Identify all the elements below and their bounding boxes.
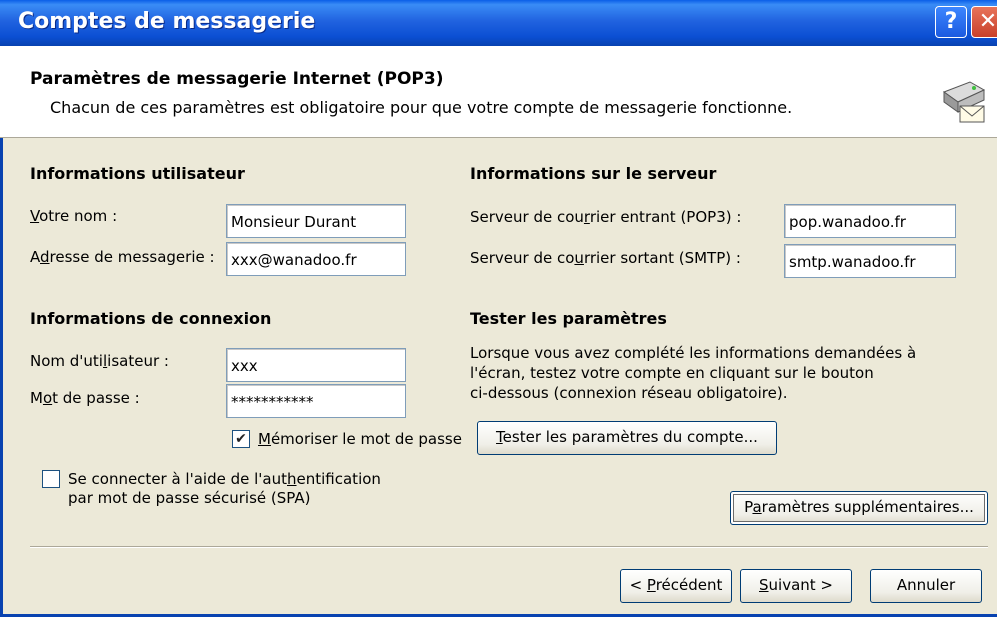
user-info-heading: Informations utilisateur	[30, 164, 245, 183]
test-settings-heading: Tester les paramètres	[470, 309, 667, 328]
test-description-line: Lorsque vous avez complété les informati…	[470, 344, 917, 362]
back-button[interactable]: < Précédent	[620, 569, 732, 603]
name-label: Votre nom :	[30, 207, 118, 225]
spa-checkbox[interactable]	[42, 470, 60, 488]
login-info-heading: Informations de connexion	[30, 309, 272, 328]
incoming-server-field[interactable]: pop.wanadoo.fr	[784, 204, 956, 238]
password-label: Mot de passe :	[30, 389, 140, 407]
remember-password-checkbox[interactable]: ✔	[232, 430, 250, 448]
email-accounts-dialog: Comptes de messagerie ? ✕ Paramètres de …	[0, 0, 997, 617]
wizard-header: Paramètres de messagerie Internet (POP3)…	[0, 46, 997, 138]
outgoing-server-label: Serveur de courrier sortant (SMTP) :	[470, 249, 741, 267]
page-title: Paramètres de messagerie Internet (POP3)	[30, 69, 444, 89]
email-label: Adresse de messagerie :	[30, 248, 215, 266]
footer-separator	[30, 546, 988, 548]
help-button[interactable]: ?	[935, 6, 967, 38]
window-title: Comptes de messagerie	[18, 9, 316, 34]
test-description: Lorsque vous avez complété les informati…	[470, 343, 950, 403]
spa-label-line2: par mot de passe sécurisé (SPA)	[68, 489, 311, 507]
remember-password-label: Mémoriser le mot de passe	[258, 430, 462, 448]
more-settings-button[interactable]: Paramètres supplémentaires...	[730, 491, 988, 525]
outgoing-server-field[interactable]: smtp.wanadoo.fr	[784, 244, 956, 278]
next-button[interactable]: Suivant >	[740, 569, 852, 603]
mail-server-icon	[942, 81, 986, 123]
username-label: Nom d'utilisateur :	[30, 352, 169, 370]
page-subtitle: Chacun de ces paramètres est obligatoire…	[50, 98, 793, 117]
test-description-line: l'écran, testez votre compte en cliquant…	[470, 364, 874, 382]
name-field[interactable]: Monsieur Durant	[226, 204, 406, 238]
incoming-server-label: Serveur de courrier entrant (POP3) :	[470, 208, 742, 226]
test-description-line: ci-dessous (connexion réseau obligatoire…	[470, 384, 788, 402]
test-account-button[interactable]: Tester les paramètres du compte...	[477, 421, 777, 455]
close-button[interactable]: ✕	[971, 6, 997, 38]
spa-label-line1: Se connecter à l'aide de l'authentificat…	[68, 470, 381, 488]
email-field[interactable]: xxx@wanadoo.fr	[226, 242, 406, 276]
title-bar[interactable]: Comptes de messagerie ? ✕	[0, 0, 997, 46]
password-field[interactable]: ***********	[226, 384, 406, 418]
cancel-button[interactable]: Annuler	[870, 569, 982, 603]
server-info-heading: Informations sur le serveur	[470, 164, 717, 183]
username-field[interactable]: xxx	[226, 348, 406, 382]
